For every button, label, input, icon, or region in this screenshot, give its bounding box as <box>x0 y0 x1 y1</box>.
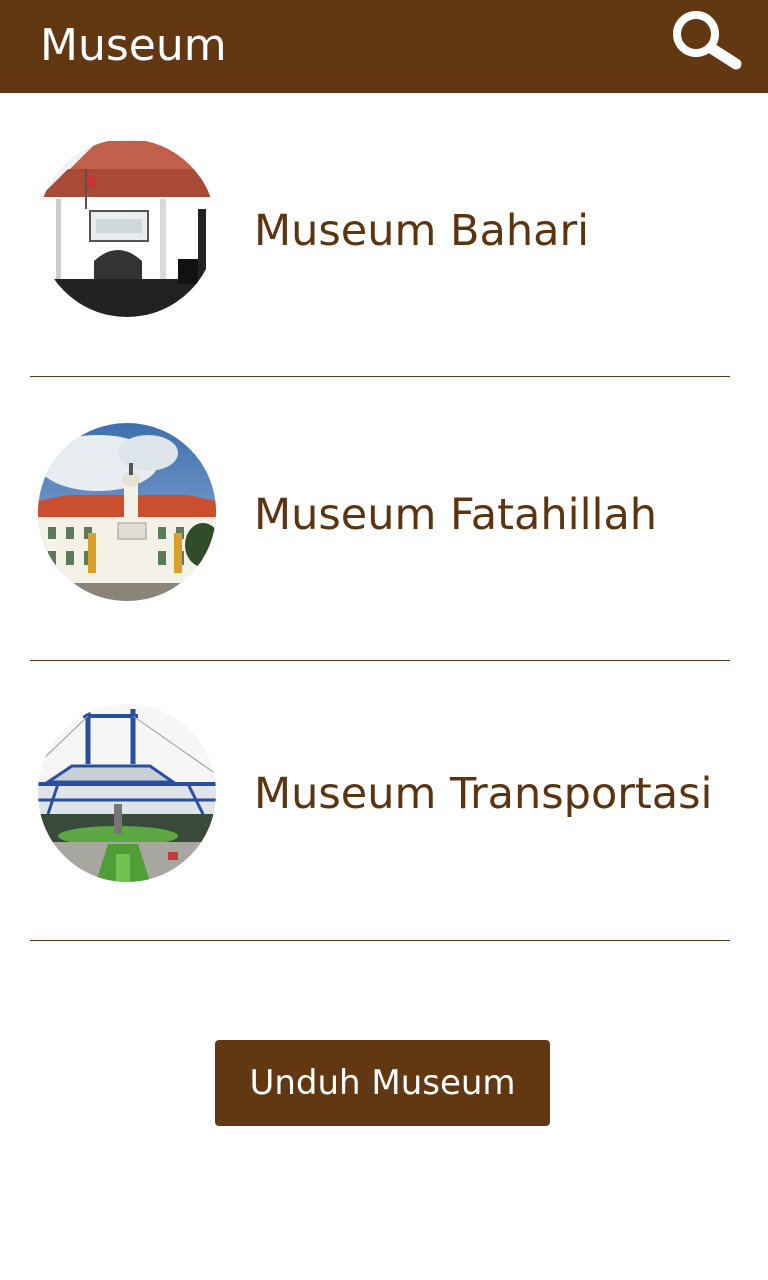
app-title: Museum <box>40 20 227 71</box>
list-item-museum-fatahillah[interactable]: Museum Fatahillah <box>30 377 730 661</box>
search-icon <box>673 11 742 70</box>
museum-name: Museum Transportasi <box>254 769 713 819</box>
museum-name: Museum Fatahillah <box>254 490 658 540</box>
museum-transportasi-photo <box>38 704 216 882</box>
list-item-museum-bahari[interactable]: Museum Bahari <box>30 93 730 377</box>
museum-name: Museum Bahari <box>254 206 590 256</box>
list-item-museum-transportasi[interactable]: Museum Transportasi <box>30 660 730 941</box>
download-museum-button[interactable]: Unduh Museum <box>215 1040 550 1126</box>
museum-fatahillah-photo <box>38 423 216 601</box>
search-button[interactable] <box>664 4 748 74</box>
app-bar: Museum <box>0 0 768 93</box>
museum-bahari-photo <box>38 139 216 317</box>
